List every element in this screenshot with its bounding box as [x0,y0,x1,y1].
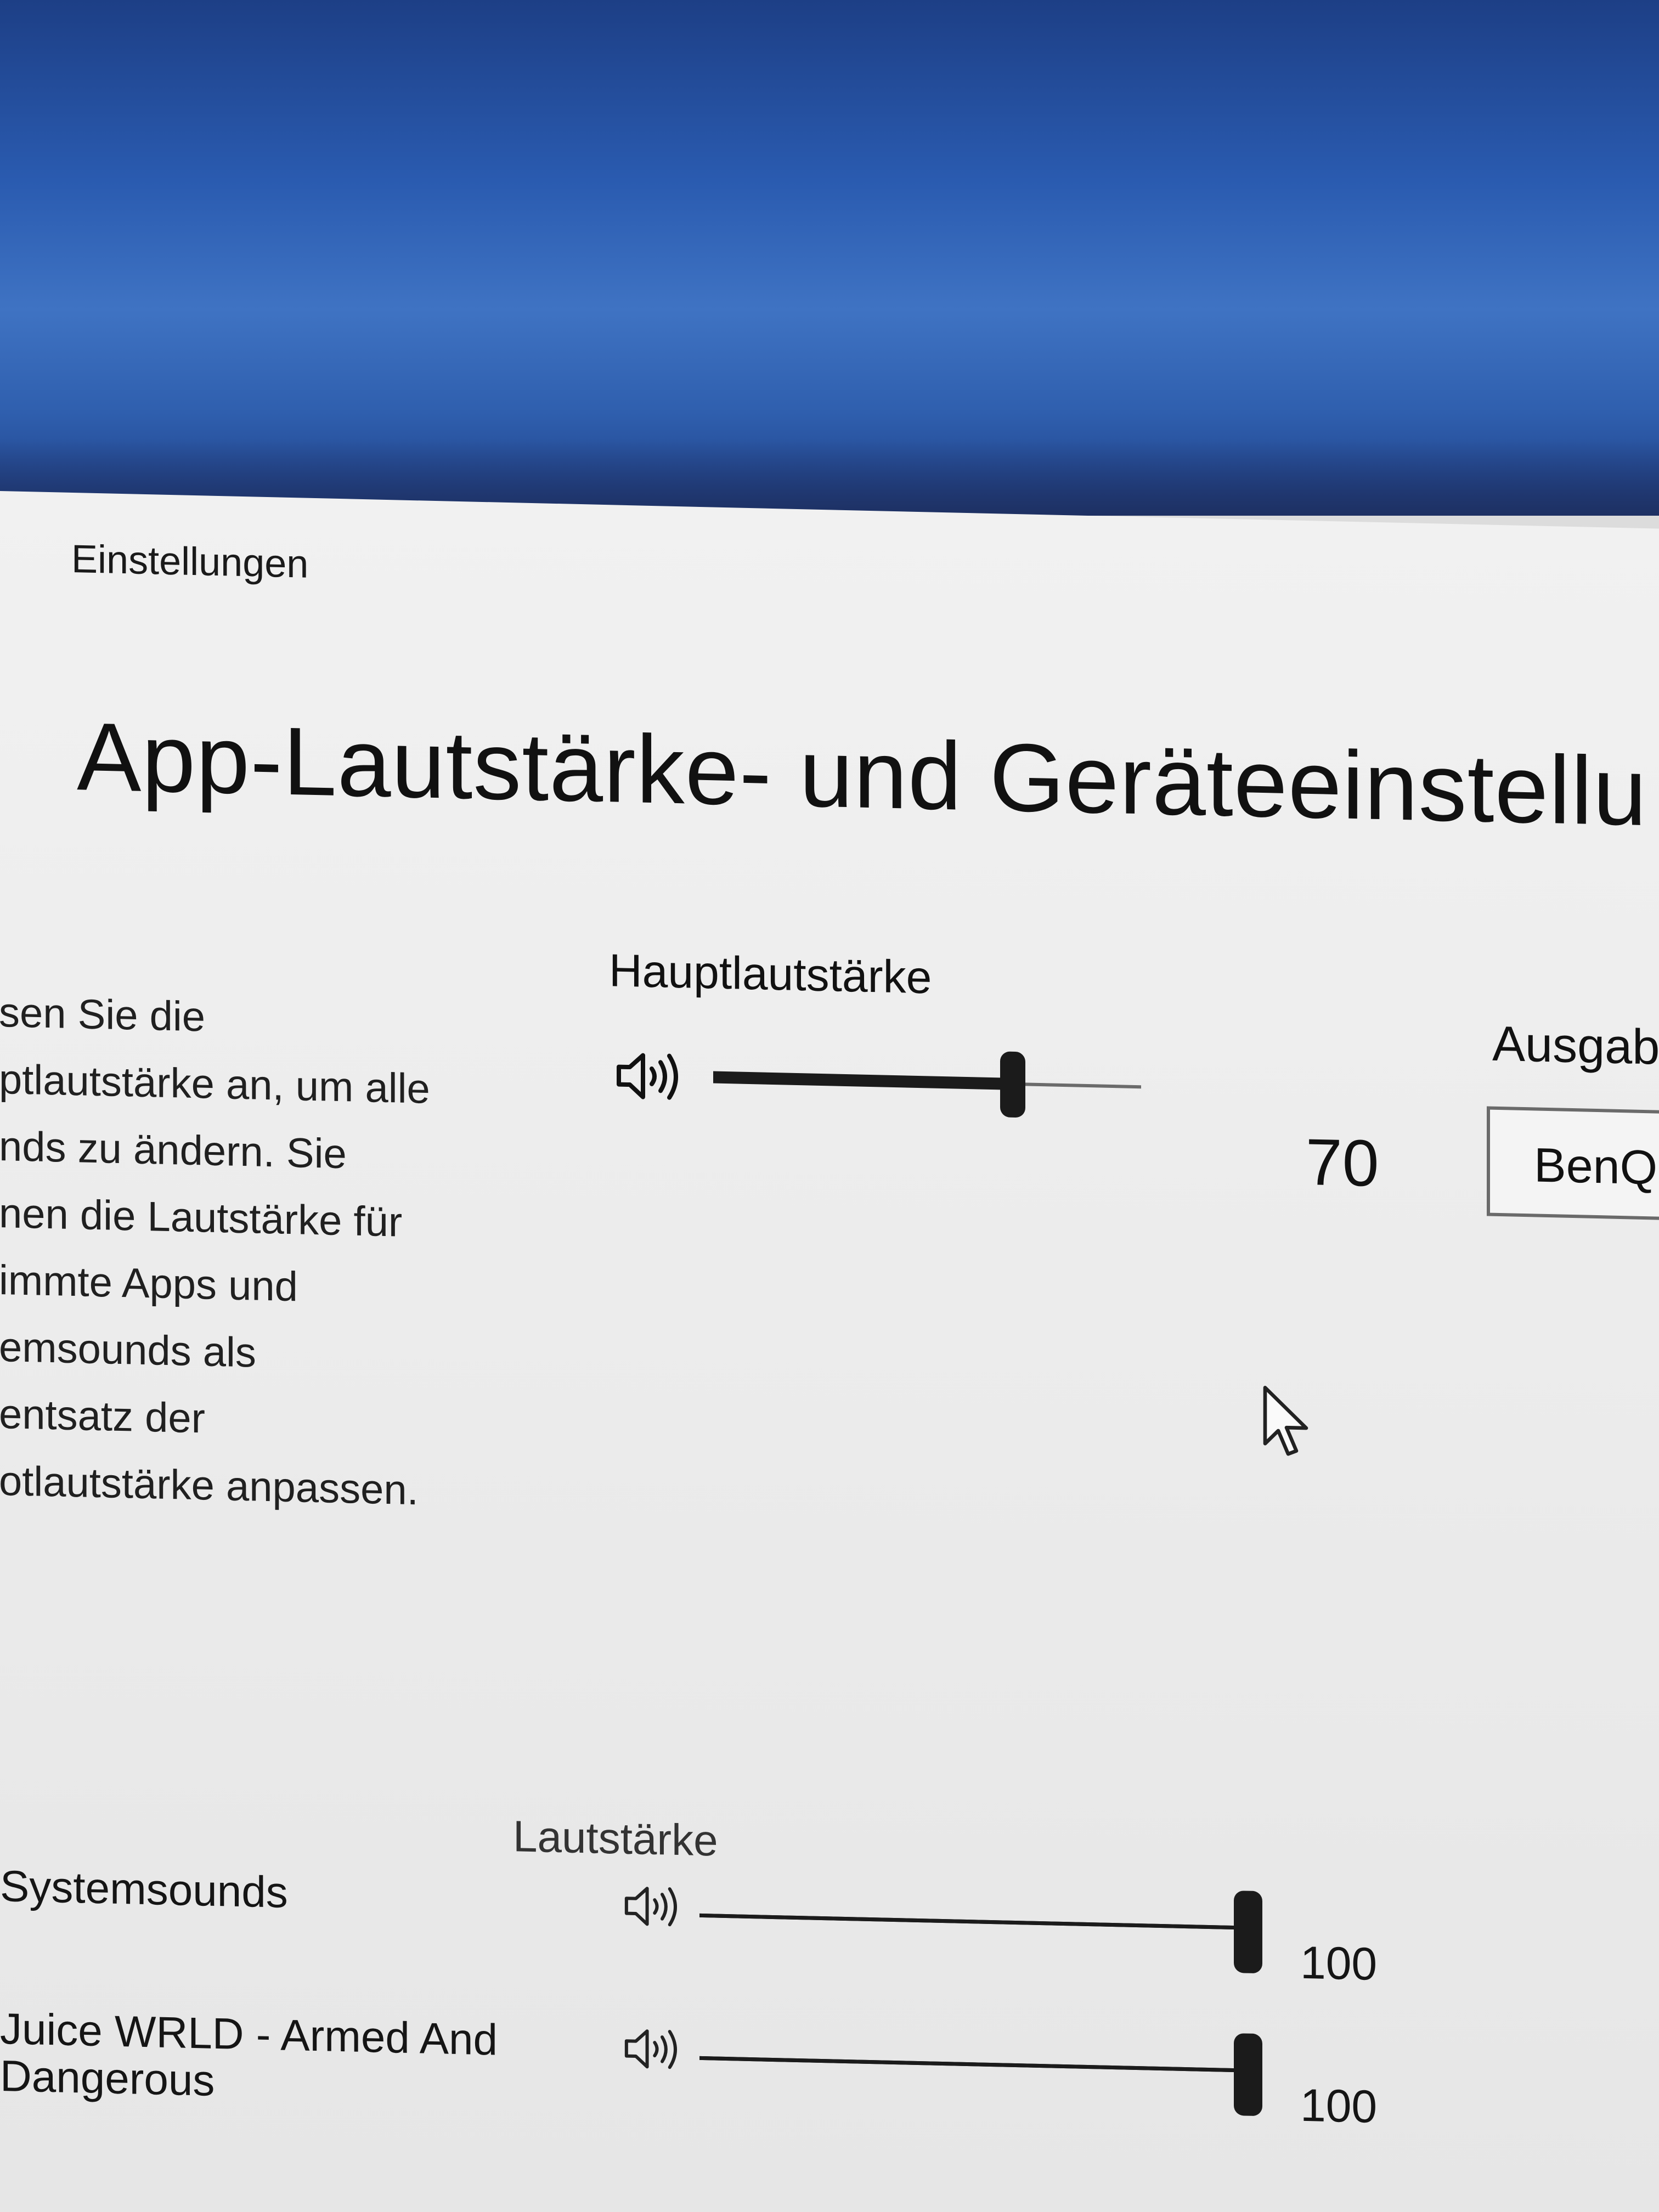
description-line: immte Apps und [0,1256,298,1311]
description-line: emsounds als [0,1323,256,1376]
description-line: nds zu ändern. Sie [0,1122,347,1178]
desktop-wallpaper [0,0,1659,516]
app-row-juice-wrld: Juice WRLD - Armed And Dangerous 100 [0,2004,1659,2164]
output-label: Ausgab [1492,1016,1659,1075]
description-text: sen Sie die ptlautstärke an, um alle nds… [0,979,527,1527]
slider-thumb[interactable] [1234,2033,1262,2117]
app-volume-control [623,2019,1270,2122]
slider-fill [699,1913,1248,1930]
description-line: sen Sie die [0,989,206,1041]
app-name: Systemsounds [0,1861,288,1917]
mouse-cursor-icon [1262,1384,1311,1462]
slider-fill [713,1071,1013,1090]
output-device-dropdown[interactable]: BenQ [1487,1106,1659,1221]
speaker-icon[interactable] [623,2024,689,2075]
app-volume-slider[interactable] [699,2021,1262,2117]
description-line: entsatz der [0,1390,205,1442]
app-volume-value: 100 [1300,2079,1378,2132]
master-volume-row [614,1042,1437,1127]
description-line: nen die Lautstärke für [0,1189,403,1246]
apps-volume-header: Lautstärke [513,1812,718,1865]
master-volume-value: 70 [1306,1125,1379,1201]
app-name: Juice WRLD - Armed And Dangerous [0,2004,538,2112]
slider-thumb[interactable] [1234,1891,1262,1974]
master-volume-label: Hauptlautstärke [609,944,932,1003]
app-volume-control [623,1877,1270,1979]
app-volume-slider[interactable] [699,1878,1262,1974]
slider-thumb[interactable] [1000,1051,1025,1118]
description-line: otlautstärke anpassen. [0,1457,419,1514]
app-row-systemsounds: Systemsounds 100 [0,1861,1659,2021]
speaker-icon[interactable] [623,1881,689,1932]
app-volume-value: 100 [1300,1936,1378,1990]
master-volume-slider[interactable] [713,1045,1141,1121]
settings-window: Einstellungen App-Lautstärke- und Geräte… [0,491,1659,2212]
speaker-icon[interactable] [614,1048,691,1104]
output-device-value: BenQ [1534,1137,1658,1195]
slider-fill [699,2056,1248,2073]
description-line: ptlautstärke an, um alle [0,1056,430,1113]
page-title: App-Lautstärke- und Geräteeinstellu [77,703,1647,847]
window-title: Einstellungen [71,537,309,586]
